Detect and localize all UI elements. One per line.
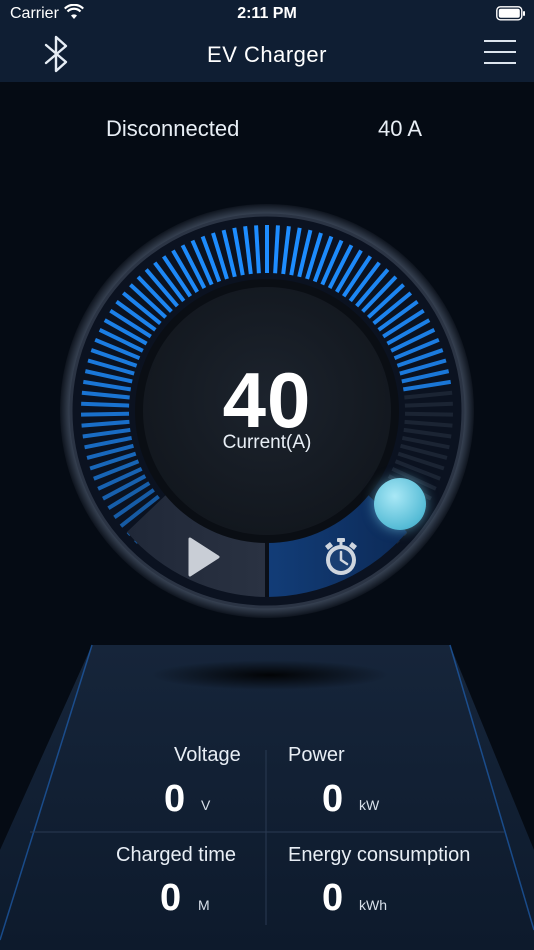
gauge-tick xyxy=(273,225,280,274)
charged-time-value: 0 xyxy=(160,877,182,919)
voltage-label: Voltage xyxy=(174,744,241,766)
connection-status: Disconnected xyxy=(106,116,240,141)
voltage-unit: V xyxy=(201,797,211,813)
play-icon[interactable] xyxy=(180,534,226,580)
top-bar: Carrier 2:11 PM EV Charger xyxy=(0,0,534,82)
power-unit: kW xyxy=(359,797,380,813)
status-time: 2:11 PM xyxy=(237,5,297,22)
power-value: 0 xyxy=(322,778,344,820)
status-bar: Carrier 2:11 PM xyxy=(0,0,534,28)
gauge-shadow xyxy=(150,660,390,690)
voltage-value: 0 xyxy=(164,778,186,820)
power-label: Power xyxy=(288,744,345,766)
stopwatch-icon[interactable] xyxy=(316,534,366,580)
current-label: Current(A) xyxy=(222,432,312,453)
gauge-tick xyxy=(254,225,261,274)
energy-label: Energy consumption xyxy=(288,844,471,866)
amperage-readout: 40 A xyxy=(378,116,423,141)
energy-unit: kWh xyxy=(359,897,387,913)
charged-time-label: Charged time xyxy=(116,844,237,866)
hamburger-menu-icon[interactable] xyxy=(484,40,516,66)
page-title: EV Charger xyxy=(207,42,327,67)
battery-icon xyxy=(496,6,525,21)
energy-value: 0 xyxy=(322,877,344,919)
nav-bar: EV Charger xyxy=(0,28,534,82)
charged-time-unit: M xyxy=(198,897,210,913)
current-slider-knob[interactable] xyxy=(374,478,426,530)
